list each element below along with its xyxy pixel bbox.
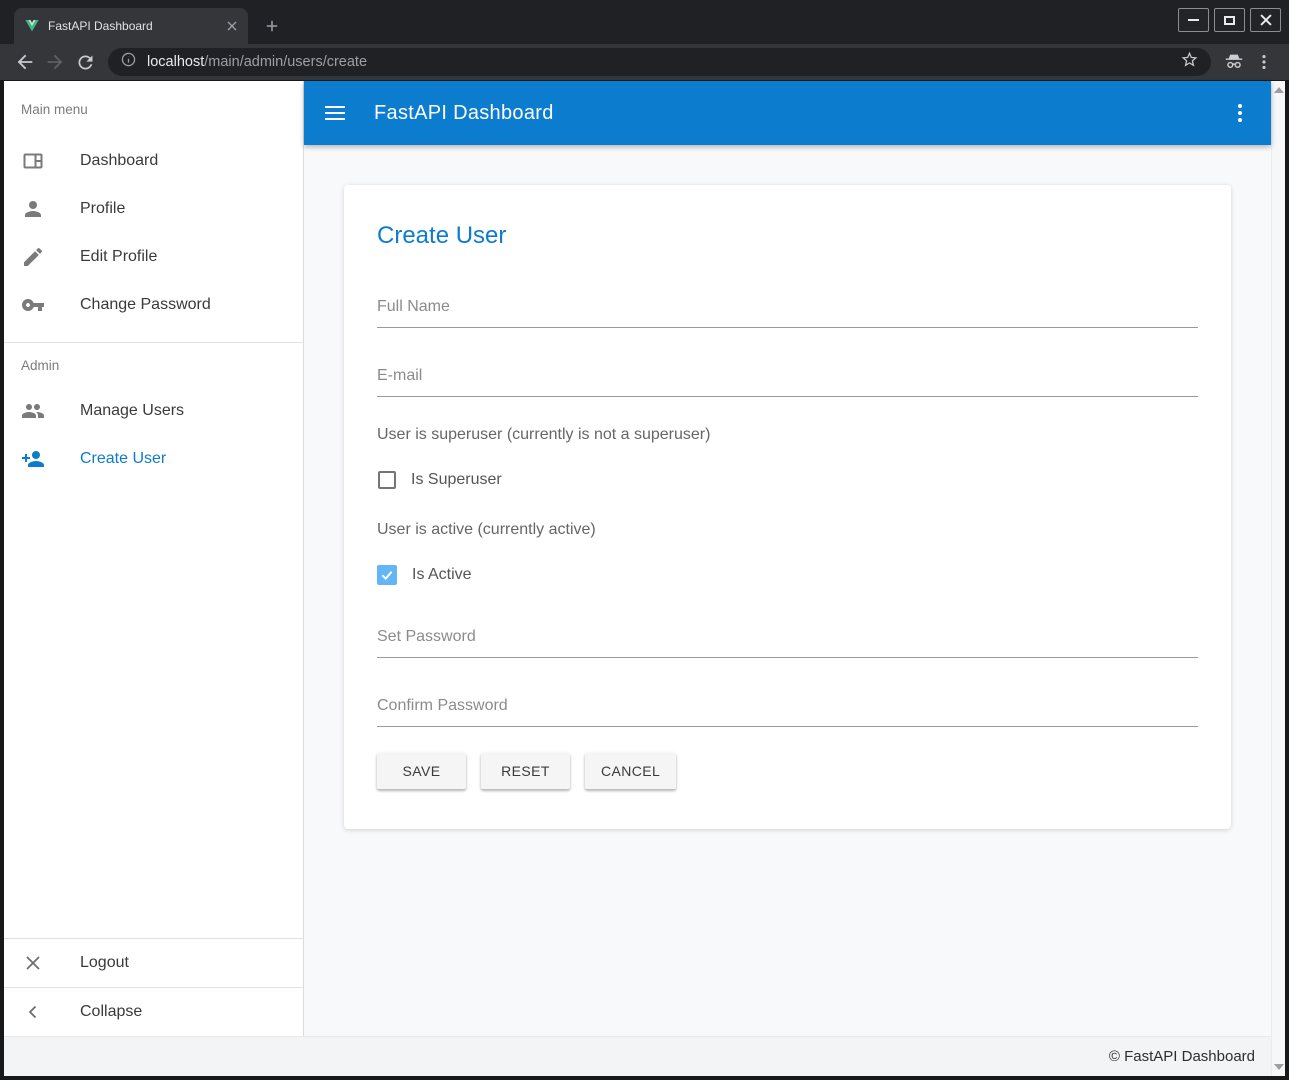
sidebar-item-manage-users[interactable]: Manage Users [4,387,303,435]
sidebar-item-label: Dashboard [80,152,158,170]
sidebar-header-admin: Admin [4,343,303,387]
url-text[interactable]: localhost/main/admin/users/create [147,54,1170,70]
page: Main menu Dashboard Profile [0,81,1289,1080]
sidebar-item-edit-profile[interactable]: Edit Profile [4,233,303,281]
checkbox-checked-icon[interactable] [377,565,397,585]
full-name-field[interactable]: Full Name [377,297,1198,328]
form-actions: SAVE RESET CANCEL [377,753,1198,789]
sidebar-item-profile[interactable]: Profile [4,185,303,233]
chevron-left-icon [21,1000,45,1024]
footer: © FastAPI Dashboard [4,1036,1271,1076]
site-info-icon[interactable] [120,51,137,73]
save-button[interactable]: SAVE [377,753,466,789]
sidebar-item-label: Collapse [80,1003,142,1021]
reset-button[interactable]: RESET [481,753,570,789]
confirm-password-label: Confirm Password [377,696,1198,715]
is-active-checkbox[interactable]: Is Active [377,563,1198,587]
email-label: E-mail [377,366,1198,385]
checkbox-unchecked-icon[interactable] [378,471,396,489]
page-scrollbar[interactable] [1271,81,1285,1076]
minimize-button[interactable] [1178,8,1209,32]
dashboard-icon [21,149,45,173]
is-superuser-label: Is Superuser [411,471,502,489]
url-path: /main/admin/users/create [204,54,367,70]
app-bar-menu-icon[interactable] [1228,101,1252,125]
browser-window: FastAPI Dashboard localhost/m [0,0,1289,1080]
full-name-label: Full Name [377,297,1198,316]
sidebar-item-collapse[interactable]: Collapse [4,988,303,1036]
window-controls [1178,8,1281,32]
person-icon [21,197,45,221]
sidebar-header-main-menu: Main menu [4,81,303,137]
person-add-icon [21,447,45,471]
set-password-field[interactable]: Set Password [377,627,1198,658]
scroll-down-icon[interactable] [1274,1064,1284,1070]
sidebar-item-create-user[interactable]: Create User [4,435,303,483]
superuser-note: User is superuser (currently is not a su… [377,424,1198,446]
bookmark-star-icon[interactable] [1180,50,1199,74]
vue-favicon-icon [24,18,40,34]
url-bar[interactable]: localhost/main/admin/users/create [108,48,1211,76]
sidebar-item-label: Edit Profile [80,248,157,266]
footer-copyright: © FastAPI Dashboard [1109,1048,1255,1065]
sidebar: Main menu Dashboard Profile [4,81,304,1036]
confirm-password-field[interactable]: Confirm Password [377,696,1198,727]
app-bar: FastAPI Dashboard [304,81,1271,145]
sidebar-item-label: Create User [80,450,166,468]
back-icon[interactable] [10,47,40,77]
active-note: User is active (currently active) [377,519,1198,541]
sidebar-item-change-password[interactable]: Change Password [4,281,303,329]
page-title: Create User [377,221,1198,251]
url-host: localhost [147,54,204,70]
tab-title: FastAPI Dashboard [48,19,216,33]
main-area: FastAPI Dashboard Create User Full Name … [304,81,1271,1036]
browser-toolbar: localhost/main/admin/users/create [0,44,1289,81]
sidebar-item-logout[interactable]: Logout [4,939,303,987]
browser-menu-icon[interactable] [1249,47,1279,77]
scroll-up-icon[interactable] [1274,87,1284,93]
set-password-label: Set Password [377,627,1198,646]
pencil-icon [21,245,45,269]
sidebar-item-label: Logout [80,954,129,972]
tab-close-icon[interactable] [224,18,240,34]
key-icon [21,293,45,317]
sidebar-item-label: Manage Users [80,402,184,420]
close-icon [21,951,45,975]
sidebar-item-dashboard[interactable]: Dashboard [4,137,303,185]
is-active-label: Is Active [412,566,472,584]
create-user-card: Create User Full Name E-mail User is sup… [344,185,1231,829]
tab-strip: FastAPI Dashboard [0,0,1289,44]
sidebar-spacer [4,483,303,938]
cancel-button[interactable]: CANCEL [585,753,676,789]
maximize-button[interactable] [1214,8,1245,32]
group-icon [21,399,45,423]
content-area: Create User Full Name E-mail User is sup… [304,145,1271,1036]
close-window-button[interactable] [1250,8,1281,32]
reload-icon[interactable] [70,47,100,77]
sidebar-item-label: Profile [80,200,125,218]
hamburger-menu-icon[interactable] [323,101,347,125]
app-bar-title: FastAPI Dashboard [374,102,554,125]
sidebar-item-label: Change Password [80,296,211,314]
new-tab-button[interactable] [258,12,286,40]
email-field[interactable]: E-mail [377,366,1198,397]
forward-icon[interactable] [40,47,70,77]
is-superuser-checkbox[interactable]: Is Superuser [377,468,1198,492]
browser-tab[interactable]: FastAPI Dashboard [14,8,248,44]
incognito-icon [1219,47,1249,77]
